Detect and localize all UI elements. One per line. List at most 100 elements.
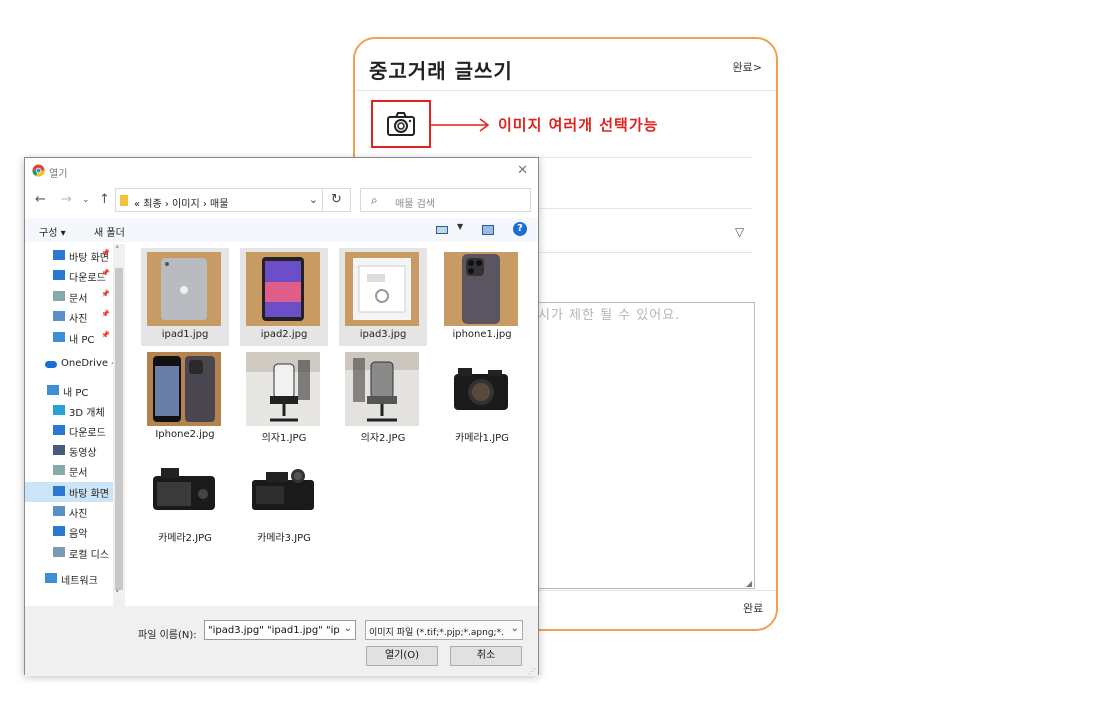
chevron-down-icon[interactable]: ⌄ bbox=[511, 623, 519, 634]
nav-item-label: 사진 bbox=[69, 509, 88, 520]
picture-icon bbox=[53, 311, 65, 321]
textarea-resize-grip[interactable]: ◢ bbox=[746, 579, 752, 588]
file-type-value: 이미지 파일 (*.tif;*.pjp;*.apng;*. bbox=[369, 628, 504, 638]
nav-item-label: 로컬 디스 bbox=[69, 550, 109, 561]
nav-item[interactable]: 바탕 화면 bbox=[25, 482, 125, 502]
scroll-down-icon[interactable]: ˅ bbox=[115, 590, 120, 600]
scroll-up-icon[interactable]: ˄ bbox=[115, 246, 120, 256]
nav-item[interactable]: 음악 bbox=[25, 522, 125, 542]
nav-item-label: 문서 bbox=[69, 468, 88, 479]
content-textarea[interactable] bbox=[538, 302, 755, 589]
nav-item[interactable]: 다운로드 📌 bbox=[25, 266, 125, 286]
page-title: 중고거래 글쓰기 bbox=[369, 59, 513, 83]
category-dropdown-icon[interactable]: ▽ bbox=[735, 225, 744, 239]
new-folder-button[interactable]: 새 폴더 bbox=[94, 224, 125, 239]
close-icon[interactable]: ✕ bbox=[517, 163, 528, 178]
document-icon bbox=[53, 291, 65, 301]
navigation-pane: 바탕 화면 📌 다운로드 📌 문서 📌 사진 📌 내 PC 📌 OneDrive -내 PC 3D 개… bbox=[25, 244, 125, 606]
nav-item[interactable]: 문서 📌 bbox=[25, 287, 125, 307]
nav-item[interactable]: 네트워크 bbox=[25, 569, 125, 589]
file-name: 의자2.JPG bbox=[360, 433, 406, 444]
desktop-icon bbox=[53, 250, 65, 260]
nav-item[interactable]: 바탕 화면 📌 bbox=[25, 246, 125, 266]
view-mode-icon[interactable] bbox=[436, 226, 448, 234]
address-bar[interactable]: « 최종 › 이미지 › 매물 ⌄ bbox=[115, 188, 323, 212]
cancel-button[interactable]: 취소 bbox=[450, 646, 522, 666]
nav-item[interactable]: 내 PC bbox=[25, 381, 125, 401]
file-name: ipad2.jpg bbox=[260, 329, 308, 340]
disk-icon bbox=[53, 547, 65, 557]
pc-icon bbox=[47, 385, 59, 395]
file-item[interactable]: 카메라1.JPG bbox=[438, 348, 526, 446]
nav-item[interactable]: OneDrive - bbox=[25, 355, 125, 375]
file-name: Iphone2.jpg bbox=[155, 429, 215, 440]
dialog-titlebar[interactable]: 열기 ✕ bbox=[25, 158, 538, 184]
file-name-input[interactable]: "ipad3.jpg" "ipad1.jpg" "ipad ⌄ bbox=[204, 620, 356, 640]
file-thumbnail bbox=[444, 352, 518, 426]
footer-divider bbox=[538, 590, 776, 591]
done-top-button[interactable]: 완료> bbox=[733, 59, 762, 75]
file-item[interactable]: 의자2.JPG bbox=[339, 348, 427, 446]
preview-pane-icon[interactable] bbox=[482, 225, 494, 235]
video-icon bbox=[53, 445, 65, 455]
file-thumbnail bbox=[246, 352, 320, 426]
file-name: 의자1.JPG bbox=[261, 433, 307, 444]
annotation-arrow bbox=[431, 117, 491, 132]
file-item[interactable]: 카메라3.JPG bbox=[240, 448, 328, 546]
pin-icon: 📌 bbox=[101, 249, 110, 257]
nav-item-label: 내 PC bbox=[63, 388, 89, 399]
picture-icon bbox=[53, 506, 65, 516]
file-item[interactable]: Iphone2.jpg bbox=[141, 348, 229, 446]
music-icon bbox=[53, 526, 65, 536]
nav-item[interactable]: 문서 bbox=[25, 461, 125, 481]
view-dropdown-icon[interactable]: ▼ bbox=[457, 222, 463, 231]
chevron-down-icon[interactable]: ⌄ bbox=[309, 193, 318, 206]
refresh-button[interactable]: ↻ bbox=[323, 188, 351, 212]
file-type-select[interactable]: 이미지 파일 (*.tif;*.pjp;*.apng;*. ⌄ bbox=[365, 620, 523, 640]
recent-dropdown-icon[interactable]: ⌄ bbox=[82, 195, 90, 205]
nav-item[interactable]: 로컬 디스 bbox=[25, 543, 125, 563]
file-item[interactable]: 의자1.JPG bbox=[240, 348, 328, 446]
nav-item[interactable]: 3D 개체 bbox=[25, 401, 125, 421]
forward-icon[interactable]: → bbox=[61, 192, 72, 207]
nav-item-label: 바탕 화면 bbox=[69, 489, 109, 500]
nav-item-label: 문서 bbox=[69, 294, 88, 305]
add-photo-button[interactable] bbox=[371, 100, 431, 148]
file-thumbnail bbox=[345, 352, 419, 426]
dialog-resize-grip[interactable]: ⋰ bbox=[528, 667, 536, 676]
nav-item[interactable]: 사진 bbox=[25, 502, 125, 522]
search-input[interactable]: ⌕ 매물 검색 bbox=[360, 188, 531, 212]
file-item[interactable]: ipad3.jpg bbox=[339, 248, 427, 346]
dialog-footer: 파일 이름(N): "ipad3.jpg" "ipad1.jpg" "ipad … bbox=[25, 606, 538, 676]
document-icon bbox=[53, 465, 65, 475]
done-bottom-button[interactable]: 완료 bbox=[743, 600, 763, 616]
pc-icon bbox=[53, 332, 65, 342]
chevron-down-icon[interactable]: ⌄ bbox=[344, 623, 352, 634]
file-thumbnail bbox=[246, 452, 320, 526]
file-item[interactable]: ipad2.jpg bbox=[240, 248, 328, 346]
nav-item[interactable]: 사진 📌 bbox=[25, 307, 125, 327]
file-item[interactable]: 카메라2.JPG bbox=[141, 448, 229, 546]
file-name: 카메라3.JPG bbox=[257, 533, 311, 544]
file-item[interactable]: ipad1.jpg bbox=[141, 248, 229, 346]
nav-item[interactable]: 다운로드 bbox=[25, 421, 125, 441]
camera-icon bbox=[387, 112, 415, 136]
scroll-thumb[interactable] bbox=[115, 268, 123, 590]
back-icon[interactable]: ← bbox=[35, 192, 46, 207]
file-item[interactable]: iphone1.jpg bbox=[438, 248, 526, 346]
open-button[interactable]: 열기(O) bbox=[366, 646, 438, 666]
file-open-dialog: 열기 ✕ ← → ⌄ ↑ « 최종 › 이미지 › 매물 ⌄ ↻ ⌕ 매물 검색… bbox=[24, 157, 539, 676]
nav-item[interactable]: 동영상 bbox=[25, 441, 125, 461]
file-name: iphone1.jpg bbox=[452, 329, 512, 340]
file-name: ipad3.jpg bbox=[359, 329, 407, 340]
nav-item-label: 네트워크 bbox=[61, 576, 98, 587]
up-icon[interactable]: ↑ bbox=[99, 192, 110, 207]
pin-icon: 📌 bbox=[101, 310, 110, 318]
nav-item-label: 다운로드 bbox=[69, 428, 106, 439]
nav-item-label: 3D 개체 bbox=[69, 408, 105, 419]
help-icon[interactable]: ? bbox=[513, 222, 527, 236]
organize-button[interactable]: 구성 ▾ bbox=[39, 224, 66, 239]
nav-item[interactable]: 내 PC 📌 bbox=[25, 328, 125, 348]
file-thumbnail bbox=[444, 252, 518, 326]
nav-scrollbar[interactable]: ˄ ˅ bbox=[113, 244, 125, 606]
